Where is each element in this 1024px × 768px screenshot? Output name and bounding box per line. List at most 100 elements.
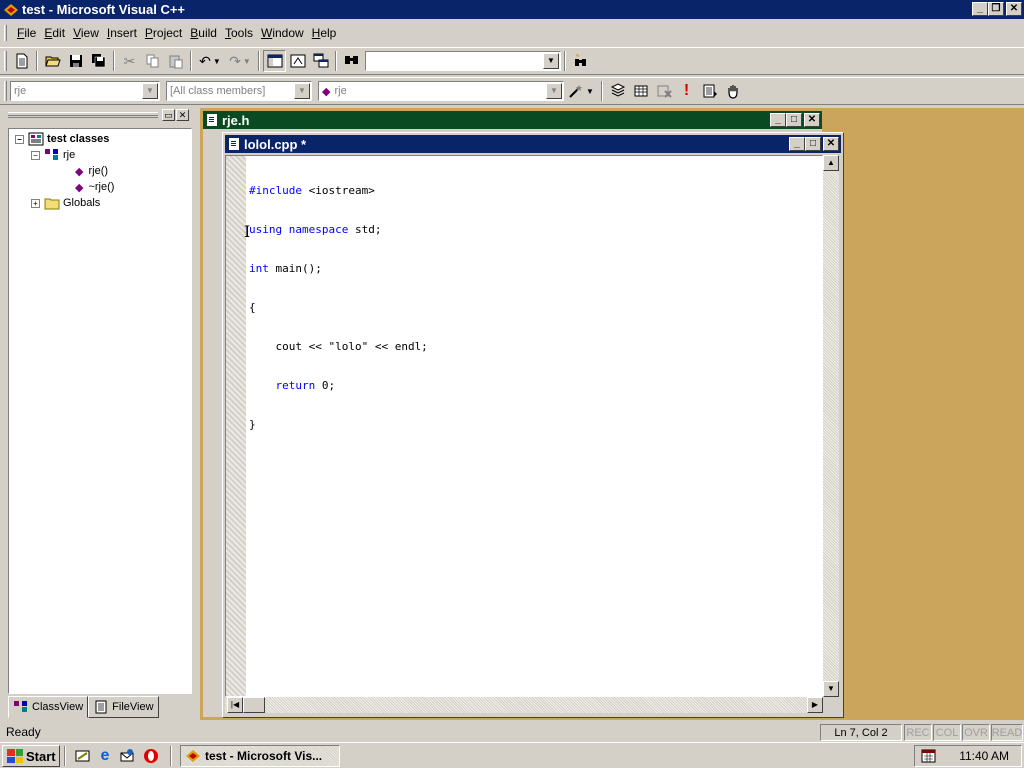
go-icon[interactable] [698,80,721,102]
split-left-icon[interactable]: |◀ [227,697,243,713]
new-text-file-icon[interactable] [10,50,33,72]
code-line: { [249,301,256,314]
scroll-right-icon[interactable]: ▶ [807,697,823,713]
clock[interactable]: 11:40 AM [959,749,1009,763]
minimize-button[interactable]: _ [972,2,988,16]
scheduler-icon[interactable] [921,748,937,764]
tree-globals[interactable]: + Globals [31,195,100,211]
menu-grip[interactable] [4,25,7,41]
expand-icon[interactable]: + [31,198,40,208]
output-window-icon[interactable] [286,50,309,72]
title-bar[interactable]: test - Microsoft Visual C++ _ ❐ ✕ [0,0,1024,19]
tab-classview[interactable]: ClassView [8,696,89,718]
mdi-area[interactable]: rje.h _ □ ✕ lolol.cpp * _ □ ✕ #include <… [200,108,1024,720]
task-button-visual-cpp[interactable]: test - Microsoft Vis... [180,745,340,767]
tree-root[interactable]: − test classes [15,131,109,147]
menu-edit[interactable]: Edit [40,26,69,40]
outlook-express-icon[interactable] [118,747,136,765]
save-icon[interactable] [64,50,87,72]
code-text[interactable]: #include <iostream> using namespace std;… [249,158,428,457]
function-combo[interactable]: ◆ rje ▼ [318,81,564,101]
menu-help[interactable]: Help [308,26,341,40]
lolol-cpp-maximize-button[interactable]: □ [805,137,821,151]
build-icon[interactable] [629,80,652,102]
show-desktop-icon[interactable] [74,747,92,765]
window-list-icon[interactable] [309,50,332,72]
rje-h-title-bar[interactable]: rje.h _ □ ✕ [203,111,822,129]
rje-h-close-button[interactable]: ✕ [804,113,820,127]
chevron-down-icon[interactable]: ▼ [294,83,310,99]
copy-icon[interactable] [141,50,164,72]
editor-margin[interactable] [226,156,246,696]
class-combo[interactable]: rje ▼ [10,81,160,101]
cut-icon[interactable]: ✂ [118,50,141,72]
wizard-action-icon[interactable]: ▼ [564,80,598,102]
collapse-icon[interactable]: − [31,150,40,160]
menu-project[interactable]: Project [141,26,186,40]
folder-icon [44,196,60,210]
find-combo[interactable]: ▼ [365,51,561,71]
workspace-header[interactable]: ▭ ✕ [4,108,194,124]
close-button[interactable]: ✕ [1006,2,1022,16]
member-function-icon: ◆ [75,181,84,194]
tree-class-rje[interactable]: − rje [31,147,75,163]
compile-icon[interactable] [606,80,629,102]
menu-window[interactable]: Window [257,26,308,40]
lolol-cpp-window[interactable]: lolol.cpp * _ □ ✕ #include <iostream> us… [222,132,844,718]
menu-insert[interactable]: Insert [103,26,141,40]
toolbar-separator [36,51,38,71]
workspace-close-button[interactable]: ✕ [176,109,189,121]
scroll-up-icon[interactable]: ▲ [823,155,839,171]
classview-icon [13,700,29,714]
windows-logo-icon [7,749,23,763]
open-folder-icon[interactable] [41,50,64,72]
scroll-down-icon[interactable]: ▼ [823,681,839,697]
menu-file[interactable]: File [13,26,40,40]
find-binoculars-icon[interactable] [569,50,592,72]
lolol-cpp-minimize-button[interactable]: _ [789,137,805,151]
find-in-files-icon[interactable] [340,50,363,72]
stop-build-icon[interactable] [652,80,675,102]
breakpoint-hand-icon[interactable] [721,80,744,102]
chevron-down-icon[interactable]: ▼ [546,83,562,99]
tree-member-constructor[interactable]: ◆ rje() [75,163,108,179]
lolol-cpp-close-button[interactable]: ✕ [823,137,839,151]
workspace-toggle-icon[interactable] [263,50,286,72]
horizontal-scrollbar[interactable]: |◀ ▶ [225,697,823,713]
restore-button[interactable]: ❐ [988,2,1004,16]
rje-h-maximize-button[interactable]: □ [786,113,802,127]
code-editor[interactable]: #include <iostream> using namespace std;… [225,155,823,697]
lolol-cpp-title-bar[interactable]: lolol.cpp * _ □ ✕ [225,135,841,153]
opera-icon[interactable] [142,747,160,765]
menu-build[interactable]: Build [186,26,221,40]
toolbar-grip[interactable] [4,81,7,101]
visual-cpp-icon [3,3,19,17]
workspace-drag-bar[interactable] [8,112,158,118]
member-function-icon: ◆ [322,85,331,98]
chevron-down-icon[interactable]: ▼ [543,53,559,69]
horizontal-scroll-thumb[interactable] [243,697,265,713]
execute-icon[interactable]: ! [675,80,698,102]
members-filter-combo[interactable]: [All class members] ▼ [166,81,312,101]
class-view-tree[interactable]: − test classes − rje ◆ rje() ◆ ~rje() + [8,128,192,694]
save-all-icon[interactable] [87,50,110,72]
taskbar-separator [64,746,66,766]
start-button[interactable]: Start [2,745,60,767]
menu-view[interactable]: View [69,26,103,40]
vertical-scrollbar[interactable]: ▲ ▼ [823,155,839,697]
size-grip[interactable] [823,697,839,713]
menu-tools[interactable]: Tools [221,26,257,40]
toolbar-grip[interactable] [4,51,7,71]
tab-fileview[interactable]: FileView [88,696,159,718]
rje-h-minimize-button[interactable]: _ [770,113,786,127]
paste-icon[interactable] [164,50,187,72]
undo-icon[interactable]: ↶ ▼ [195,50,225,72]
code-line: cout << "lolo" << endl; [249,340,428,353]
collapse-icon[interactable]: − [15,134,24,144]
internet-explorer-icon[interactable]: e [96,747,114,765]
workspace-maximize-button[interactable]: ▭ [162,109,175,121]
redo-icon[interactable]: ↷ ▼ [225,50,255,72]
tree-member-destructor[interactable]: ◆ ~rje() [75,179,114,195]
code-line: } [249,418,256,431]
chevron-down-icon[interactable]: ▼ [142,83,158,99]
